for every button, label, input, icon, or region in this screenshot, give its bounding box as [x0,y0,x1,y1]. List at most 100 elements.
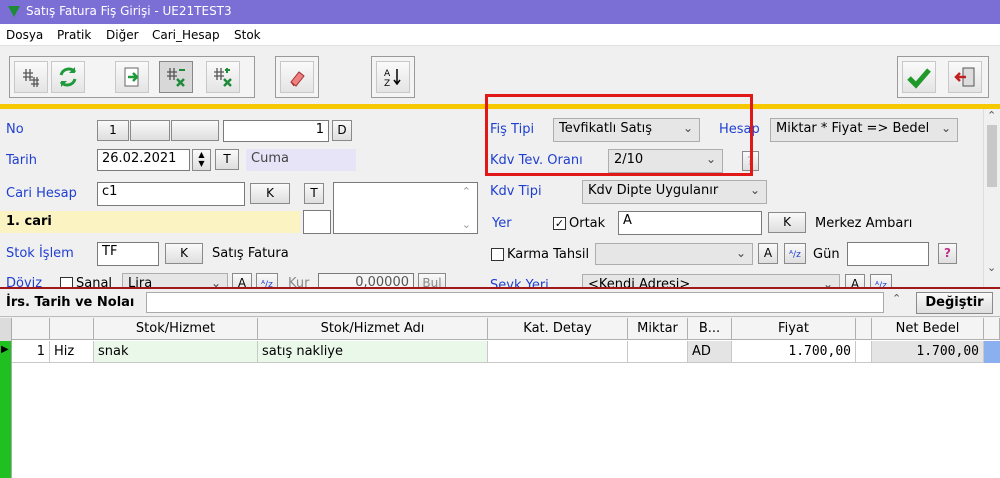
eraser-button[interactable] [280,61,314,93]
grid-header-stok-hizmet[interactable]: Stok/Hizmet [94,318,258,340]
table-row-kat-detay[interactable] [488,341,628,363]
delete-column-icon [167,68,185,87]
tarih-t-button[interactable]: T [215,149,239,170]
irs-spin-icon[interactable]: ⌃ [892,292,901,305]
grid-header-kat-detay[interactable]: Kat. Detay [488,318,628,340]
grid-header-birim[interactable]: B... [688,318,732,340]
add-rows-icon [23,69,39,87]
no-input[interactable]: 1 [223,120,329,142]
cari-hesap-input[interactable]: c1 [97,182,245,206]
table-row-birim[interactable]: AD [688,341,732,363]
sevk-a-button[interactable]: A [845,274,865,287]
kur-input[interactable]: 0,00000 [318,273,414,287]
karma-tahsil-select[interactable]: ⌄ [595,243,753,265]
table-row-fiyat[interactable]: 1.700,00 [732,341,856,363]
ortak-checkbox[interactable]: ✓ [553,217,566,230]
table-row-name[interactable]: satış nakliye [258,341,488,363]
grid-header-net-bedel[interactable]: Net Bedel [872,318,984,340]
menu-stok[interactable]: Stok [234,28,261,42]
sanal-checkbox[interactable] [60,277,73,287]
sevk-az-button[interactable]: ᴬ/ᴢ [870,274,892,287]
sevk-yeri-label: Sevk Yeri [490,278,549,287]
yer-input[interactable]: A [618,211,762,235]
refresh-button[interactable] [51,61,85,93]
chevron-down-icon: ⌄ [749,183,760,197]
cari-extra-field[interactable] [303,210,331,234]
stok-islem-label: Stok İşlem [6,246,74,261]
form-scrollbar[interactable]: ⌃ ⌄ [983,109,1000,287]
stok-islem-input[interactable]: TF [97,242,159,266]
kdv-tipi-select[interactable]: Kdv Dipte Uygulanır ⌄ [582,180,767,204]
sort-az-icon: AZ [384,69,401,88]
karma-az-button[interactable]: ᴬ/ᴢ [784,243,806,264]
grid-header-fiyat[interactable]: Fiyat [732,318,856,340]
grid-header-miktar[interactable]: Miktar [628,318,688,340]
yer-k-button[interactable]: K [768,212,806,233]
add-rows-button[interactable] [14,61,48,93]
no-d-button[interactable]: D [332,120,352,141]
tarih-label: Tarih [6,153,37,168]
exit-button[interactable] [948,61,982,93]
irs-input[interactable] [146,292,884,313]
karma-tahsil-checkbox[interactable] [491,248,504,261]
doviz-select[interactable]: Lira ⌄ [122,273,228,287]
export-button[interactable] [115,61,149,93]
karma-a-button[interactable]: A [758,243,778,264]
cari-k-button[interactable]: K [250,183,290,204]
chevron-down-icon: ⌄ [822,277,833,287]
menu-dosya[interactable]: Dosya [6,28,43,42]
grid-header-stok-hizmet-adi[interactable]: Stok/Hizmet Adı [258,318,488,340]
scroll-up-icon[interactable]: ⌃ [987,109,996,122]
window-title: Satış Fatura Fiş Girişi - UE21TEST3 [26,4,232,18]
no-field-3[interactable] [171,120,219,141]
table-row-code[interactable]: snak [94,341,258,363]
table-row-type[interactable]: Hiz [50,341,94,363]
menu-pratik[interactable]: Pratik [57,28,91,42]
spinner-down-icon[interactable]: ▼ [198,159,204,168]
tarih-input[interactable]: 26.02.2021 [97,149,190,171]
ok-button[interactable] [902,61,936,93]
scrollbar-thumb[interactable] [987,125,997,187]
cari-name-strip: 1. cari [0,211,300,233]
kur-bul-button[interactable]: Bul [418,273,446,287]
az-sort-icon: ᴬ/ᴢ [789,250,801,260]
cari-hesap-label: Cari Hesap [6,186,77,201]
az-sort-icon: ᴬ/ᴢ [261,280,273,287]
chevron-down-icon: ⌄ [940,121,951,135]
gun-help-button[interactable]: ? [938,243,957,264]
stok-k-button[interactable]: K [165,243,203,264]
current-row-arrow-icon: ▶ [1,344,9,355]
menu-cari-hesap[interactable]: Cari_Hesap [152,28,220,42]
doviz-a-button[interactable]: A [232,273,252,287]
spinner-up-icon[interactable]: ▲ [198,150,204,159]
grid-header-no[interactable] [12,318,50,340]
cari-t-button[interactable]: T [304,183,324,204]
grid-header-type[interactable] [50,318,94,340]
no-series-field[interactable]: 1 [97,120,129,141]
table-row-net-bedel[interactable]: 1.700,00 [872,341,984,363]
scroll-up-icon[interactable]: ⌃ [462,185,471,198]
svg-text:Z: Z [384,79,390,88]
gun-label: Gün [813,247,840,262]
hesap-select[interactable]: Miktar * Fiyat => Bedel ⌄ [770,118,958,142]
scroll-down-icon[interactable]: ⌄ [987,261,996,274]
table-row-miktar[interactable] [628,341,688,363]
table-row-no[interactable]: 1 [12,341,50,363]
degistir-button[interactable]: Değiştir [916,292,993,314]
stok-islem-desc: Satış Fatura [212,246,289,261]
cari-notes-textarea[interactable]: ⌃ ⌄ [333,182,478,234]
no-label: No [6,122,24,137]
invoice-lines-grid[interactable]: ▶ Stok/Hizmet Stok/Hizmet Adı Kat. Detay… [0,318,1000,478]
gun-input[interactable] [847,242,929,266]
sort-button[interactable]: AZ [376,61,410,93]
tarih-spinner[interactable]: ▲ ▼ [192,149,211,171]
delete-column-button[interactable] [159,61,193,93]
no-field-2[interactable] [130,120,170,141]
menu-diger[interactable]: Diğer [106,28,139,42]
yer-label: Yer [492,216,512,231]
sevk-yeri-select[interactable]: <Kendi Adresi> ⌄ [582,274,840,287]
doviz-az-button[interactable]: ᴬ/ᴢ [256,273,278,287]
delete-row-button[interactable] [206,61,240,93]
scroll-down-icon[interactable]: ⌄ [462,218,471,231]
irsaliye-row: İrs. Tarih ve Nolaı ⌃ Değiştir [0,289,1000,317]
